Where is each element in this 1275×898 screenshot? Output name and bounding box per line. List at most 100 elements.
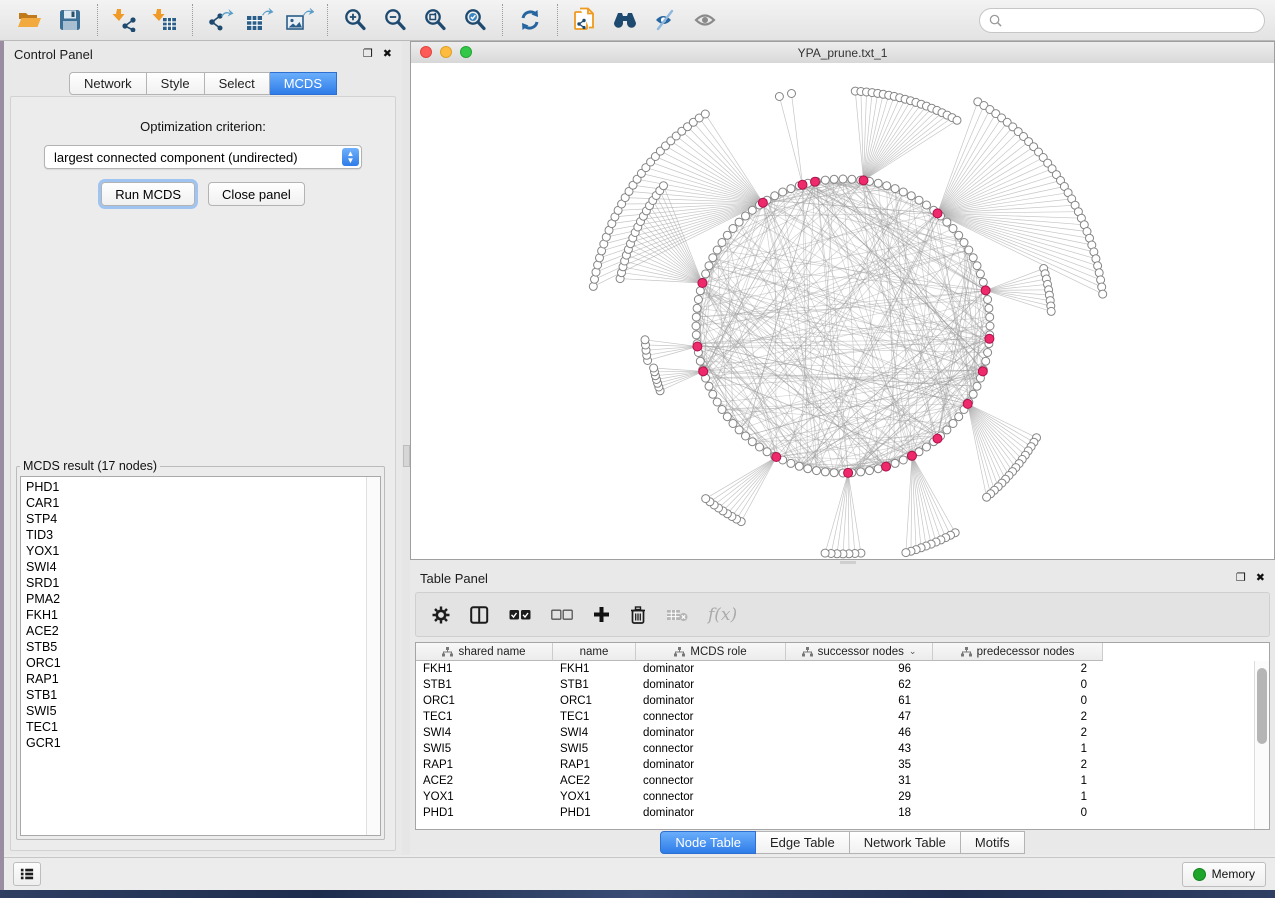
delete-column-button[interactable] <box>630 606 646 624</box>
table-row[interactable]: ORC1 ORC1 dominator 61 0 <box>416 693 1255 709</box>
zoom-fit-button[interactable] <box>415 3 455 37</box>
run-mcds-button[interactable]: Run MCDS <box>101 182 195 206</box>
mcds-result-item[interactable]: GCR1 <box>26 735 380 751</box>
mcds-result-item[interactable]: SRD1 <box>26 575 380 591</box>
vertical-splitter[interactable] <box>402 41 410 855</box>
column-header-shared-name[interactable]: shared name <box>416 643 553 661</box>
cell-predecessor-nodes: 0 <box>933 695 1103 707</box>
cell-name: SWI5 <box>553 743 636 755</box>
control-panel-tab[interactable]: MCDS <box>270 72 337 95</box>
splitter-grip[interactable] <box>840 561 856 564</box>
search-databases-button[interactable] <box>605 3 645 37</box>
share-network-button[interactable] <box>565 3 605 37</box>
delete-table-button[interactable] <box>666 608 688 622</box>
table-row[interactable]: STB1 STB1 dominator 62 0 <box>416 677 1255 693</box>
float-panel-icon[interactable]: ❐ <box>1236 573 1246 584</box>
mcds-result-item[interactable]: PHD1 <box>26 479 380 495</box>
node-table: shared name name MCDS role <box>415 642 1270 830</box>
export-network-button[interactable] <box>200 3 240 37</box>
maximize-window-icon[interactable] <box>460 46 472 58</box>
float-panel-icon[interactable]: ❐ <box>363 49 373 60</box>
cell-name: FKH1 <box>553 663 636 675</box>
scrollbar-thumb[interactable] <box>1257 668 1267 744</box>
control-panel-tab[interactable]: Style <box>147 72 205 95</box>
network-canvas[interactable] <box>411 63 1274 559</box>
splitter-grip[interactable] <box>403 445 410 467</box>
column-header-name[interactable]: name <box>553 643 636 661</box>
column-header-successor-nodes[interactable]: successor nodes ⌄ <box>786 643 933 661</box>
zoom-in-button[interactable] <box>335 3 375 37</box>
mcds-result-item[interactable]: STP4 <box>26 511 380 527</box>
minimize-window-icon[interactable] <box>440 46 452 58</box>
table-row[interactable]: RAP1 RAP1 dominator 35 2 <box>416 757 1255 773</box>
deselect-all-button[interactable] <box>551 609 573 621</box>
close-panel-button[interactable]: Close panel <box>208 182 305 206</box>
open-session-button[interactable] <box>10 3 50 37</box>
hide-graphics-details-button[interactable] <box>645 3 685 37</box>
network-window-titlebar[interactable]: YPA_prune.txt_1 <box>411 42 1274 64</box>
zoom-selected-button[interactable] <box>455 3 495 37</box>
table-row[interactable]: SWI4 SWI4 dominator 46 2 <box>416 725 1255 741</box>
show-column-button[interactable] <box>470 606 489 624</box>
search-input[interactable] <box>1007 12 1255 28</box>
mcds-result-item[interactable]: CAR1 <box>26 495 380 511</box>
search-icon <box>989 14 1002 27</box>
table-tab[interactable]: Node Table <box>660 831 756 854</box>
zoom-out-button[interactable] <box>375 3 415 37</box>
column-type-icon <box>674 647 685 657</box>
export-image-button[interactable] <box>280 3 320 37</box>
column-header-mcds-role[interactable]: MCDS role <box>636 643 786 661</box>
refresh-view-button[interactable] <box>510 3 550 37</box>
table-row[interactable]: SWI5 SWI5 connector 43 1 <box>416 741 1255 757</box>
table-tab[interactable]: Network Table <box>850 831 961 854</box>
result-list-scrollbar[interactable] <box>366 477 380 835</box>
control-panel-tab[interactable]: Network <box>69 72 147 95</box>
cell-successor-nodes: 43 <box>786 743 933 755</box>
table-tab[interactable]: Edge Table <box>756 831 850 854</box>
table-row[interactable]: TEC1 TEC1 connector 47 2 <box>416 709 1255 725</box>
criterion-select[interactable]: largest connected component (undirected)… <box>44 145 362 169</box>
import-network-button[interactable] <box>105 3 145 37</box>
function-builder-button[interactable]: f(x) <box>708 605 737 625</box>
column-type-icon <box>802 647 813 657</box>
mcds-result-item[interactable]: ACE2 <box>26 623 380 639</box>
table-row[interactable]: FKH1 FKH1 dominator 96 2 <box>416 661 1255 677</box>
select-all-button[interactable] <box>509 609 531 621</box>
mcds-result-item[interactable]: SWI5 <box>26 703 380 719</box>
table-header-row: shared name name MCDS role <box>416 643 1269 661</box>
mcds-result-item[interactable]: SWI4 <box>26 559 380 575</box>
memory-button[interactable]: Memory <box>1182 862 1266 887</box>
column-header-predecessor-nodes[interactable]: predecessor nodes <box>933 643 1103 661</box>
table-settings-button[interactable] <box>432 606 450 624</box>
import-table-button[interactable] <box>145 3 185 37</box>
table-scrollbar[interactable] <box>1254 661 1269 829</box>
mcds-result-item[interactable]: TID3 <box>26 527 380 543</box>
toolbar-separator <box>97 4 98 36</box>
mcds-result-item[interactable]: PMA2 <box>26 591 380 607</box>
mcds-result-item[interactable]: YOX1 <box>26 543 380 559</box>
tab-strip: Node Table Edge Table Network Table Moti… <box>660 831 1024 854</box>
task-history-button[interactable] <box>13 862 41 886</box>
create-column-button[interactable] <box>593 606 610 623</box>
mcds-result-list[interactable]: PHD1 CAR1 STP4 TID3 YOX1 SWI4 SRD1 PMA2 <box>20 476 381 836</box>
network-graph[interactable] <box>411 63 1274 560</box>
close-panel-icon[interactable]: ✖ <box>383 49 392 60</box>
mcds-result-item[interactable]: TEC1 <box>26 719 380 735</box>
mcds-result-item[interactable]: RAP1 <box>26 671 380 687</box>
gear-icon <box>432 606 450 624</box>
mcds-result-item[interactable]: STB1 <box>26 687 380 703</box>
mcds-result-item[interactable]: FKH1 <box>26 607 380 623</box>
close-window-icon[interactable] <box>420 46 432 58</box>
table-row[interactable]: PHD1 PHD1 dominator 18 0 <box>416 805 1255 821</box>
save-session-button[interactable] <box>50 3 90 37</box>
mcds-result-item[interactable]: ORC1 <box>26 655 380 671</box>
show-hidden-button[interactable] <box>685 3 725 37</box>
close-panel-icon[interactable]: ✖ <box>1256 573 1265 584</box>
table-row[interactable]: ACE2 ACE2 connector 31 1 <box>416 773 1255 789</box>
table-tab[interactable]: Motifs <box>961 831 1025 854</box>
export-table-button[interactable] <box>240 3 280 37</box>
table-row[interactable]: YOX1 YOX1 connector 29 1 <box>416 789 1255 805</box>
cell-predecessor-nodes: 2 <box>933 663 1103 675</box>
control-panel-tab[interactable]: Select <box>205 72 270 95</box>
mcds-result-item[interactable]: STB5 <box>26 639 380 655</box>
